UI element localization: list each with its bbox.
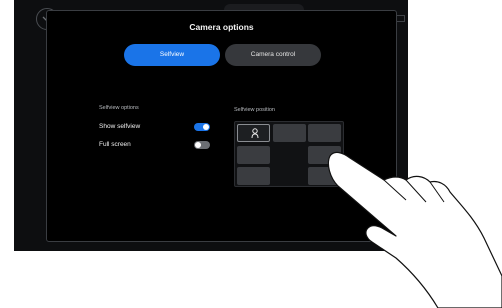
tab-camera-control[interactable]: Camera control <box>225 44 321 66</box>
toggle-knob <box>203 124 209 130</box>
camera-icon[interactable] <box>396 9 405 27</box>
selfview-position-heading: Selfview position <box>234 107 275 113</box>
show-selfview-label: Show selfview <box>99 123 141 130</box>
hand-pointer-icon <box>327 151 502 308</box>
dialog-title: Camera options <box>189 22 254 32</box>
show-selfview-toggle[interactable] <box>194 123 210 131</box>
full-screen-label: Full screen <box>99 141 131 148</box>
position-cell-middle-left[interactable] <box>237 146 270 164</box>
toggle-knob <box>195 142 201 148</box>
selfview-person-icon <box>251 128 259 139</box>
selfview-options-heading: Selfview options <box>99 105 139 111</box>
position-cell-top-left[interactable] <box>237 124 270 142</box>
position-cell-top-center[interactable] <box>273 124 306 142</box>
position-cell-top-right[interactable] <box>308 124 341 142</box>
full-screen-toggle[interactable] <box>194 141 210 149</box>
status-icons <box>396 9 409 27</box>
tab-selfview[interactable]: Selfview <box>124 44 220 66</box>
position-cell-bottom-left[interactable] <box>237 167 270 185</box>
